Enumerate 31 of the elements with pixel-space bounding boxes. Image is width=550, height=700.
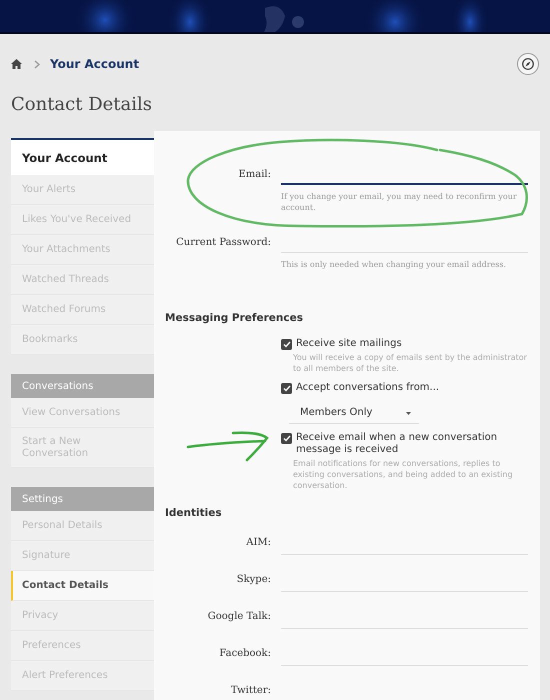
field-hint: If you change your email, you may need to reconfirm your account. [281,191,518,213]
field-label: Google Talk: [208,611,271,624]
breadcrumb-link[interactable]: Your Account [50,57,140,71]
checkbox[interactable] [281,383,292,394]
sidebar-heading[interactable]: Conversations [11,374,154,398]
sidebar-heading[interactable]: Settings [11,487,154,511]
option-hint: You will receive a copy of emails sent by the administrator to all members of the site. [293,352,528,374]
field-label: Twitter: [230,685,271,698]
sidebar-item[interactable]: Contact Details [11,571,154,601]
sidebar-heading: Your Account [11,138,154,175]
section-heading: Identities [165,507,222,519]
checkbox-label: Receive email when a new conversation message is received [296,432,498,456]
checkbox[interactable] [281,433,292,444]
compass-button[interactable] [517,53,539,75]
compass-icon [522,58,534,70]
field-label: Skype: [236,574,271,587]
section-heading: Messaging Preferences [165,312,303,324]
dropdown[interactable]: Members Only [289,407,419,424]
caret-icon [406,412,411,415]
page-title: Contact Details [11,94,152,115]
home-icon[interactable] [11,59,22,69]
field-label: AIM: [246,537,271,550]
field-hint: This is only needed when changing your email address. [281,259,508,270]
checkbox-label: Accept conversations from... [296,382,440,394]
chevron-icon [34,60,40,68]
field-label: Current Password: [176,237,271,250]
field-label: Facebook: [219,648,271,661]
field-label: Email: [238,169,271,182]
checkbox-label: Receive site mailings [296,338,402,350]
option-hint: Email notifications for new conversations, replies to existing conversations, and being added to an existing conversation. [293,458,514,491]
checkbox[interactable] [281,339,292,350]
